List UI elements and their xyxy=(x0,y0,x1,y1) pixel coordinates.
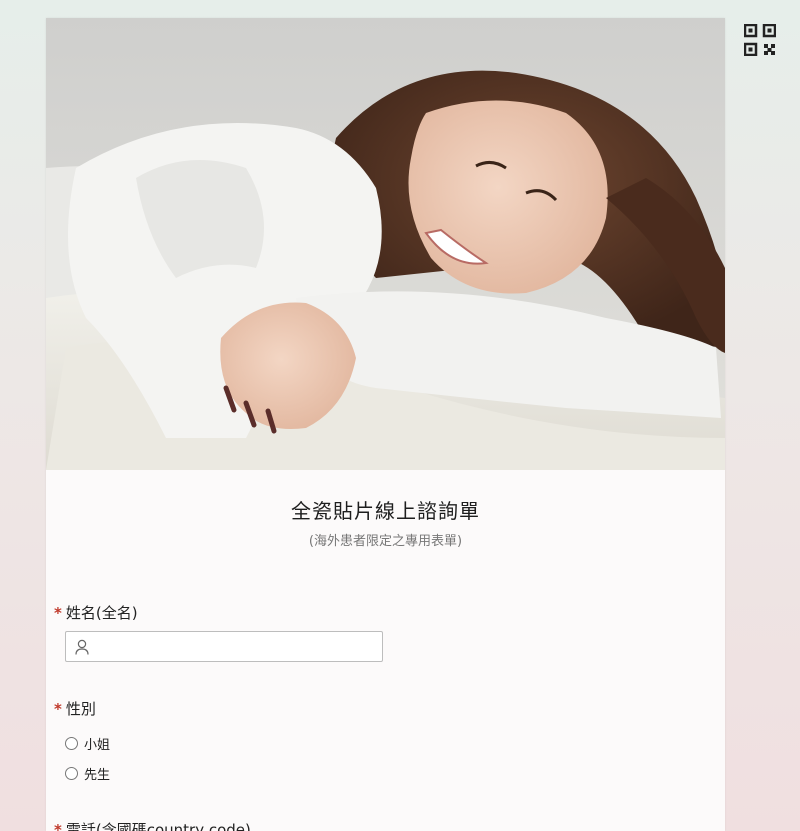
required-mark: * xyxy=(54,821,62,831)
radio-label: 先生 xyxy=(84,768,111,783)
required-mark: * xyxy=(54,604,62,622)
required-mark: * xyxy=(54,700,62,718)
name-field-label: * 姓名(全名) xyxy=(54,602,138,623)
radio-label: 小姐 xyxy=(84,738,111,753)
gender-field-label: * 性別 xyxy=(54,698,96,719)
form-title: 全瓷貼片線上諮詢單 xyxy=(291,499,480,523)
radio-button[interactable] xyxy=(65,767,78,780)
phone-label-text: 電話(含國碼country code) xyxy=(65,821,251,831)
phone-field-label: * 電話(含國碼country code) xyxy=(54,819,251,831)
form-card: 全瓷貼片線上諮詢單 (海外患者限定之專用表單) * 姓名(全名) * 性別 小姐 先… xyxy=(46,18,725,831)
person-icon xyxy=(75,639,89,655)
name-label-text: 姓名(全名) xyxy=(65,604,138,622)
radio-button[interactable] xyxy=(65,737,78,750)
qr-code-icon xyxy=(743,23,777,57)
gender-label-text: 性別 xyxy=(65,700,96,718)
name-input[interactable] xyxy=(94,632,382,663)
form-subtitle: (海外患者限定之專用表單) xyxy=(308,534,463,549)
radio-option-mr[interactable]: 先生 xyxy=(65,764,110,783)
name-field[interactable] xyxy=(65,631,383,663)
hero-photo xyxy=(46,18,725,470)
qr-code-button[interactable] xyxy=(743,23,777,57)
radio-option-miss[interactable]: 小姐 xyxy=(65,734,110,753)
